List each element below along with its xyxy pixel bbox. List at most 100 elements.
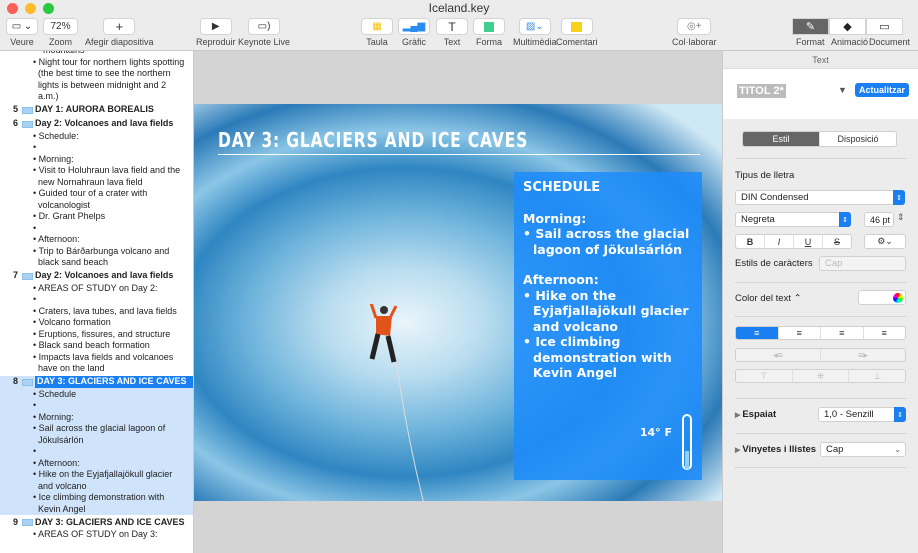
outline-bullet[interactable]	[0, 142, 193, 154]
outline-slide-row[interactable]: 9 DAY 3: GLACIERS AND ICE CAVES	[0, 516, 193, 529]
outline-bullet[interactable]: Schedule	[0, 389, 193, 401]
chart-button[interactable]: ▂▄▆ Gràfic	[398, 18, 430, 47]
outline-slide: 5 DAY 1: AURORA BOREALIS	[0, 104, 193, 117]
outline-bullet[interactable]: Ice climbing demonstration with Kevin An…	[0, 492, 193, 515]
align-top-icon[interactable]: ⊤	[736, 370, 793, 382]
outline-bullet[interactable]: Visit to Holuhraun lava field and the ne…	[0, 165, 193, 188]
outline-bullet[interactable]: Night tour for northern lights spotting …	[0, 57, 193, 103]
slide-canvas: DAY 3: GLACIERS AND ICE CAVES SCHEDULE M…	[194, 51, 722, 553]
bullets-select[interactable]: Cap ⌄	[820, 442, 906, 457]
outline-view[interactable]: mountainsNight tour for northern lights …	[0, 51, 194, 553]
comment-button[interactable]: Comentari	[556, 18, 598, 47]
keynote-live-button[interactable]: ▭) Keynote Live	[238, 18, 290, 47]
text-button[interactable]: T Text	[436, 18, 468, 47]
outline-bullet[interactable]	[0, 223, 193, 235]
outline-bullet[interactable]: Schedule:	[0, 131, 193, 143]
outline-bullet[interactable]: Sail across the glacial lagoon of Jökuls…	[0, 423, 193, 446]
outline-bullet[interactable]: Afternoon:	[0, 458, 193, 470]
morning-item: • Sail across the glacial lagoon of Jöku…	[523, 226, 690, 257]
bold-button[interactable]: B	[736, 235, 765, 248]
indent-buttons: ◂≡ ≡▸	[735, 348, 906, 362]
play-button[interactable]: ▶ Reproduir	[196, 18, 236, 47]
bullets-disclosure[interactable]: ▶ Vinyetes i llistes	[735, 444, 816, 455]
outline-bullet[interactable]: AREAS OF STUDY on Day 3:	[0, 529, 193, 541]
outline-slide-row[interactable]: 6 Day 2: Volcanoes and lava fields	[0, 118, 193, 131]
tab-layout[interactable]: Disposició	[820, 132, 896, 146]
media-icon: ▨⌄	[518, 18, 551, 35]
char-style-select[interactable]: Cap	[819, 256, 906, 271]
align-middle-icon[interactable]: ⁜	[793, 370, 850, 382]
outline-bullet[interactable]: Hike on the Eyjafjallajökull glacier and…	[0, 469, 193, 492]
text-icon: T	[436, 18, 468, 35]
outline-bullet[interactable]	[0, 400, 193, 412]
outline-bullet[interactable]	[0, 294, 193, 306]
document-tab[interactable]: ▭	[866, 18, 903, 35]
minimize-button[interactable]	[25, 3, 36, 14]
format-tab[interactable]: ✎	[792, 18, 829, 35]
outline-slide: 6 Day 2: Volcanoes and lava fields Schedul…	[0, 118, 193, 269]
font-size-stepper[interactable]: ⇕	[897, 212, 905, 223]
slide-number: 9	[12, 516, 18, 527]
zoom-menu[interactable]: 72% Zoom	[43, 18, 78, 47]
outline-bullet[interactable]: Afternoon:	[0, 234, 193, 246]
outline-bullet[interactable]: Guided tour of a crater with volcanologi…	[0, 188, 193, 211]
slide[interactable]: DAY 3: GLACIERS AND ICE CAVES SCHEDULE M…	[194, 104, 722, 501]
outline-slide-row[interactable]: 8 DAY 3: GLACIERS AND ICE CAVES	[0, 375, 193, 389]
outline-slide-row[interactable]: 5 DAY 1: AURORA BOREALIS	[0, 104, 193, 117]
media-button[interactable]: ▨⌄ Multimèdia	[513, 18, 557, 47]
slide-thumbnail-icon	[22, 519, 33, 526]
animate-tab[interactable]: ◆	[829, 18, 866, 35]
climber-image	[369, 304, 424, 501]
spacing-disclosure[interactable]: ▶ Espaiat	[735, 409, 776, 420]
schedule-box[interactable]: SCHEDULE Morning: • Sail across the glac…	[514, 172, 702, 480]
outline-bullet[interactable]: Eruptions, fissures, and structure	[0, 329, 193, 341]
italic-button[interactable]: I	[765, 235, 794, 248]
outline-bullet[interactable]: Impacts lava fields and volcanoes have o…	[0, 352, 193, 375]
underline-button[interactable]: U	[794, 235, 823, 248]
outline-bullet[interactable]	[0, 446, 193, 458]
stepper-icon: ⇕	[893, 190, 905, 205]
paragraph-style-preview[interactable]: TITOL 2*	[737, 84, 786, 98]
view-button[interactable]: ▭ ⌄ Veure	[6, 18, 38, 47]
chart-icon: ▂▄▆	[398, 18, 430, 35]
increase-indent-icon[interactable]: ≡▸	[821, 349, 905, 361]
outline-bullet[interactable]: Dr. Grant Phelps	[0, 211, 193, 223]
text-options-button[interactable]: ⚙⌄	[864, 234, 906, 249]
outline-slide-row[interactable]: 7 Day 2: Volcanoes and lava fields	[0, 270, 193, 283]
font-size-field[interactable]: 46 pt	[864, 212, 894, 227]
strikethrough-button[interactable]: S	[823, 235, 851, 248]
font-weight-select[interactable]: Negreta ⇕	[735, 212, 851, 227]
decrease-indent-icon[interactable]: ◂≡	[736, 349, 821, 361]
collaborate-button[interactable]: ◎+ Col·laborar	[672, 18, 717, 47]
outline-bullet[interactable]: AREAS OF STUDY on Day 2:	[0, 283, 193, 295]
table-icon: ▦	[361, 18, 393, 35]
outline-bullet[interactable]: Morning:	[0, 154, 193, 166]
align-right-icon[interactable]: ≡	[821, 327, 864, 339]
close-button[interactable]	[7, 3, 18, 14]
align-bottom-icon[interactable]: ⊥	[849, 370, 905, 382]
outline-bullet[interactable]: Black sand beach formation	[0, 340, 193, 352]
outline-bullet[interactable]: Craters, lava tubes, and lava fields	[0, 306, 193, 318]
title-bar: Iceland.key	[0, 0, 918, 16]
color-wheel-icon[interactable]	[893, 293, 903, 303]
add-slide-button[interactable]: + Afegir diapositiva	[85, 18, 154, 47]
text-color-well[interactable]	[858, 290, 906, 305]
font-family-select[interactable]: DIN Condensed ⇕	[735, 190, 905, 205]
spacing-select[interactable]: 1,0 - Senzill ⇕	[818, 407, 906, 422]
align-left-icon[interactable]: ≡	[736, 327, 779, 339]
justify-icon[interactable]: ≡	[864, 327, 906, 339]
outline-bullet[interactable]: Trip to Bárðarbunga volcano and black sa…	[0, 246, 193, 269]
temperature: 14° F	[639, 425, 672, 439]
table-button[interactable]: ▦ Taula	[361, 18, 393, 47]
outline-bullet[interactable]: Volcano formation	[0, 317, 193, 329]
afternoon-item: • Ice climbing demonstration with Kevin …	[523, 334, 672, 380]
paragraph-style-dropdown-icon[interactable]: ▼	[838, 85, 847, 95]
shape-button[interactable]: Forma	[473, 18, 505, 47]
zoom-button[interactable]	[43, 3, 54, 14]
slide-title[interactable]: DAY 3: GLACIERS AND ICE CAVES	[218, 128, 528, 152]
tab-style[interactable]: Estil	[743, 132, 820, 146]
align-center-icon[interactable]: ≡	[779, 327, 821, 339]
format-inspector: Text TITOL 2* ▼ Actualitzar Estil Dispos…	[722, 51, 918, 553]
update-button[interactable]: Actualitzar	[855, 83, 910, 97]
outline-bullet[interactable]: Morning:	[0, 412, 193, 424]
